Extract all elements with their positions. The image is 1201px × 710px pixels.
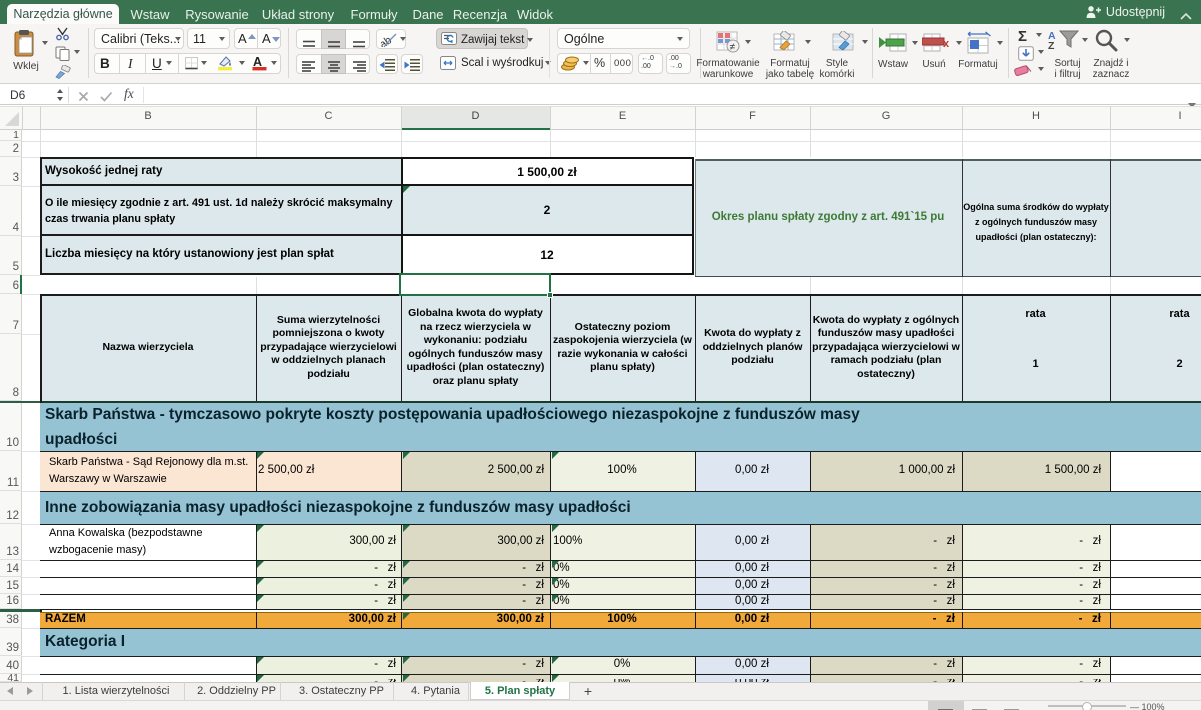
svg-text:Z: Z bbox=[1048, 40, 1055, 51]
svg-text:A: A bbox=[253, 55, 262, 69]
svg-text:x: x bbox=[943, 38, 950, 50]
svg-text:ab: ab bbox=[381, 34, 394, 47]
svg-text:≠: ≠ bbox=[730, 42, 736, 53]
